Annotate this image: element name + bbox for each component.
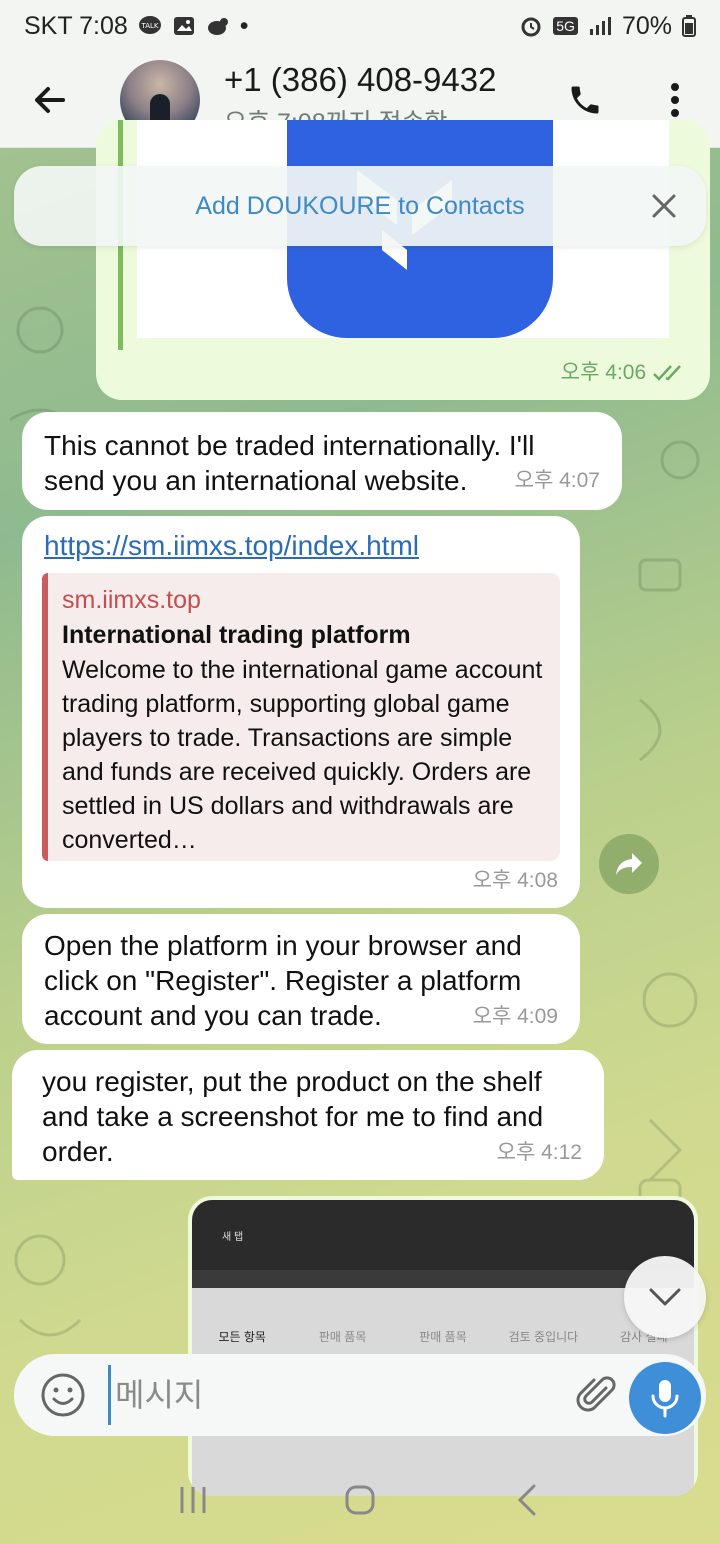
screenshot-address-bar — [192, 1270, 694, 1288]
close-icon[interactable] — [648, 190, 680, 222]
attach-button[interactable] — [562, 1354, 632, 1436]
screenshot-window-bar: 새 탭 — [192, 1200, 694, 1270]
screenshot-window-tab: 새 탭 — [222, 1232, 244, 1243]
chevron-down-icon — [649, 1288, 681, 1306]
status-right: 5G 70% — [519, 12, 696, 41]
message-link[interactable]: https://sm.iimxs.top/index.html — [44, 530, 419, 561]
preview-title: International trading platform — [62, 621, 411, 649]
more-vertical-icon — [671, 82, 679, 117]
arrow-left-icon — [35, 86, 65, 113]
recent-apps-button[interactable] — [153, 1470, 233, 1530]
outgoing-media-message[interactable]: 오후 4:06 — [96, 120, 710, 400]
emoji-icon — [41, 1373, 85, 1417]
message-time: 오후 4:06 — [561, 355, 686, 390]
status-bar: SKT 7:08 TALK • 5G 70% — [0, 0, 720, 52]
bird-icon — [207, 18, 228, 35]
microphone-icon — [651, 1380, 679, 1418]
message-text: Open the platform in your browser and cl… — [44, 930, 522, 1031]
back-button[interactable] — [0, 52, 100, 148]
screenshot-image[interactable]: 새 탭 모든 항목 판매 품목 판매 품목 검토 중입니다 감사 실패 — [192, 1200, 694, 1496]
add-contact-label: Add DOUKOURE to Contacts — [195, 191, 525, 220]
system-navigation-bar — [0, 1456, 720, 1544]
add-contact-banner[interactable]: Add DOUKOURE to Contacts — [14, 166, 706, 246]
incoming-link-message[interactable]: https://sm.iimxs.top/index.html sm.iimxs… — [22, 516, 580, 908]
share-button[interactable] — [599, 834, 659, 894]
voice-record-button[interactable] — [629, 1362, 701, 1434]
contact-name: +1 (386) 408-9432 — [224, 60, 497, 98]
share-forward-icon — [616, 853, 642, 875]
battery-icon — [682, 15, 696, 37]
preview-site-name: sm.iimxs.top — [62, 586, 201, 614]
message-time: 오후 4:09 — [472, 1005, 558, 1028]
incoming-message[interactable]: you register, put the product on the she… — [12, 1050, 604, 1180]
outgoing-image-message[interactable]: 새 탭 모든 항목 판매 품목 판매 품목 검토 중입니다 감사 실패 — [188, 1196, 698, 1496]
status-time: SKT 7:08 — [24, 11, 128, 40]
nav-back-icon — [517, 1484, 536, 1516]
message-time: 오후 4:08 — [472, 869, 558, 892]
paperclip-icon — [576, 1376, 616, 1412]
read-checks-icon — [653, 365, 681, 382]
signal-icon — [589, 17, 611, 35]
recent-apps-icon — [180, 1487, 206, 1513]
message-text: This cannot be traded internationally. I… — [44, 430, 535, 496]
emoji-button[interactable] — [18, 1354, 108, 1436]
message-text: you register, put the product on the she… — [42, 1066, 544, 1167]
alarm-icon — [521, 17, 541, 37]
incoming-message[interactable]: This cannot be traded internationally. I… — [22, 412, 622, 510]
message-composer — [14, 1354, 706, 1436]
talk-icon: TALK — [138, 16, 161, 34]
status-left: SKT 7:08 TALK • — [24, 12, 249, 41]
battery-level: 70% — [621, 11, 672, 40]
notification-dot: • — [239, 11, 249, 40]
incoming-message[interactable]: Open the platform in your browser and cl… — [22, 914, 580, 1044]
scroll-down-button[interactable] — [624, 1256, 706, 1338]
system-back-button[interactable] — [487, 1470, 567, 1530]
message-time: 오후 4:12 — [496, 1141, 582, 1164]
link-preview-card[interactable]: sm.iimxs.top International trading platf… — [42, 573, 560, 861]
svg-text:TALK: TALK — [140, 22, 158, 30]
gallery-icon — [173, 17, 194, 35]
network-type: 5G — [553, 17, 578, 35]
phone-icon — [571, 86, 599, 113]
message-input[interactable] — [108, 1365, 538, 1425]
home-icon — [345, 1485, 375, 1515]
message-time: 오후 4:07 — [514, 469, 600, 492]
home-button[interactable] — [320, 1470, 400, 1530]
preview-description: Welcome to the international game accoun… — [62, 656, 543, 854]
